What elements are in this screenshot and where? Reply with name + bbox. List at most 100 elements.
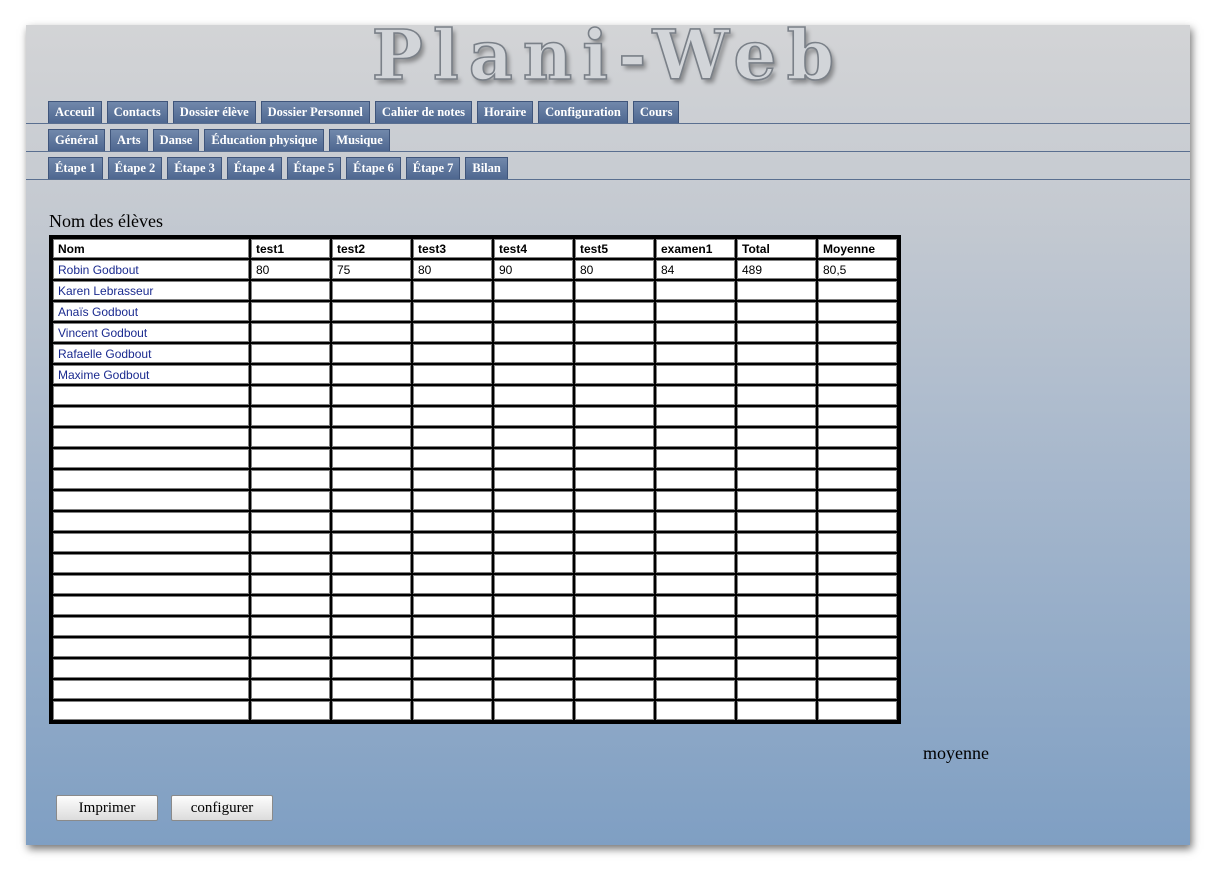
empty-cell[interactable]	[494, 386, 573, 405]
grade-cell[interactable]	[575, 281, 654, 300]
tab-acceuil[interactable]: Acceuil	[48, 101, 102, 123]
empty-cell[interactable]	[575, 470, 654, 489]
empty-cell[interactable]	[494, 554, 573, 573]
empty-cell[interactable]	[251, 512, 330, 531]
empty-cell[interactable]	[818, 554, 897, 573]
empty-cell[interactable]	[737, 512, 816, 531]
grade-cell[interactable]	[818, 281, 897, 300]
empty-cell[interactable]	[332, 470, 411, 489]
empty-cell[interactable]	[656, 386, 735, 405]
empty-cell[interactable]	[575, 701, 654, 720]
empty-cell[interactable]	[656, 470, 735, 489]
empty-cell[interactable]	[656, 659, 735, 678]
tab-cours[interactable]: Cours	[632, 101, 680, 123]
grade-cell[interactable]	[737, 323, 816, 342]
empty-cell[interactable]	[818, 407, 897, 426]
empty-cell[interactable]	[575, 575, 654, 594]
empty-cell[interactable]	[494, 512, 573, 531]
grade-cell[interactable]	[494, 302, 573, 321]
empty-cell[interactable]	[251, 407, 330, 426]
empty-cell[interactable]	[53, 596, 249, 615]
empty-cell[interactable]	[413, 617, 492, 636]
empty-cell[interactable]	[251, 386, 330, 405]
tab-subject-education-physique[interactable]: Éducation physique	[204, 129, 325, 151]
tab-horaire[interactable]: Horaire	[477, 101, 534, 123]
empty-cell[interactable]	[332, 638, 411, 657]
empty-cell[interactable]	[53, 386, 249, 405]
empty-cell[interactable]	[251, 659, 330, 678]
empty-cell[interactable]	[818, 638, 897, 657]
empty-cell[interactable]	[737, 554, 816, 573]
empty-cell[interactable]	[413, 596, 492, 615]
empty-cell[interactable]	[818, 659, 897, 678]
empty-cell[interactable]	[413, 659, 492, 678]
empty-cell[interactable]	[494, 617, 573, 636]
grade-cell[interactable]	[251, 281, 330, 300]
grade-cell[interactable]	[413, 302, 492, 321]
grade-cell[interactable]	[737, 365, 816, 384]
empty-cell[interactable]	[494, 596, 573, 615]
tab-contacts[interactable]: Contacts	[106, 101, 168, 123]
grade-cell[interactable]	[656, 365, 735, 384]
empty-cell[interactable]	[332, 554, 411, 573]
empty-cell[interactable]	[656, 596, 735, 615]
grade-cell[interactable]	[251, 323, 330, 342]
tab-stage-etape-4[interactable]: Étape 4	[226, 157, 282, 179]
empty-cell[interactable]	[818, 491, 897, 510]
grade-cell[interactable]	[818, 344, 897, 363]
empty-cell[interactable]	[737, 596, 816, 615]
grade-cell[interactable]	[494, 281, 573, 300]
empty-cell[interactable]	[413, 512, 492, 531]
empty-cell[interactable]	[818, 449, 897, 468]
grade-cell[interactable]: 80,5	[818, 260, 897, 279]
empty-cell[interactable]	[332, 533, 411, 552]
empty-cell[interactable]	[737, 659, 816, 678]
empty-cell[interactable]	[413, 680, 492, 699]
empty-cell[interactable]	[494, 428, 573, 447]
empty-cell[interactable]	[656, 533, 735, 552]
empty-cell[interactable]	[737, 386, 816, 405]
student-name-link[interactable]: Maxime Godbout	[53, 365, 249, 384]
empty-cell[interactable]	[575, 491, 654, 510]
empty-cell[interactable]	[575, 596, 654, 615]
empty-cell[interactable]	[737, 491, 816, 510]
tab-stage-etape-5[interactable]: Étape 5	[286, 157, 342, 179]
empty-cell[interactable]	[575, 386, 654, 405]
empty-cell[interactable]	[251, 701, 330, 720]
grade-cell[interactable]	[332, 281, 411, 300]
student-name-link[interactable]: Anaïs Godbout	[53, 302, 249, 321]
empty-cell[interactable]	[332, 575, 411, 594]
empty-cell[interactable]	[737, 407, 816, 426]
empty-cell[interactable]	[575, 533, 654, 552]
empty-cell[interactable]	[494, 680, 573, 699]
empty-cell[interactable]	[251, 428, 330, 447]
empty-cell[interactable]	[53, 680, 249, 699]
grade-cell[interactable]: 80	[413, 260, 492, 279]
grade-cell[interactable]	[332, 344, 411, 363]
grade-cell[interactable]: 90	[494, 260, 573, 279]
tab-stage-etape-1[interactable]: Étape 1	[48, 157, 103, 179]
empty-cell[interactable]	[818, 596, 897, 615]
empty-cell[interactable]	[818, 701, 897, 720]
empty-cell[interactable]	[575, 428, 654, 447]
empty-cell[interactable]	[737, 701, 816, 720]
grade-cell[interactable]	[575, 323, 654, 342]
grade-cell[interactable]: 489	[737, 260, 816, 279]
student-name-link[interactable]: Vincent Godbout	[53, 323, 249, 342]
tab-subject-musique[interactable]: Musique	[329, 129, 390, 151]
empty-cell[interactable]	[251, 680, 330, 699]
empty-cell[interactable]	[413, 575, 492, 594]
tab-stage-bilan[interactable]: Bilan	[465, 157, 508, 179]
empty-cell[interactable]	[332, 491, 411, 510]
empty-cell[interactable]	[575, 554, 654, 573]
empty-cell[interactable]	[413, 533, 492, 552]
empty-cell[interactable]	[251, 449, 330, 468]
empty-cell[interactable]	[494, 533, 573, 552]
empty-cell[interactable]	[737, 449, 816, 468]
empty-cell[interactable]	[656, 638, 735, 657]
grade-cell[interactable]	[251, 302, 330, 321]
empty-cell[interactable]	[332, 407, 411, 426]
empty-cell[interactable]	[575, 680, 654, 699]
grade-cell[interactable]: 84	[656, 260, 735, 279]
empty-cell[interactable]	[53, 575, 249, 594]
